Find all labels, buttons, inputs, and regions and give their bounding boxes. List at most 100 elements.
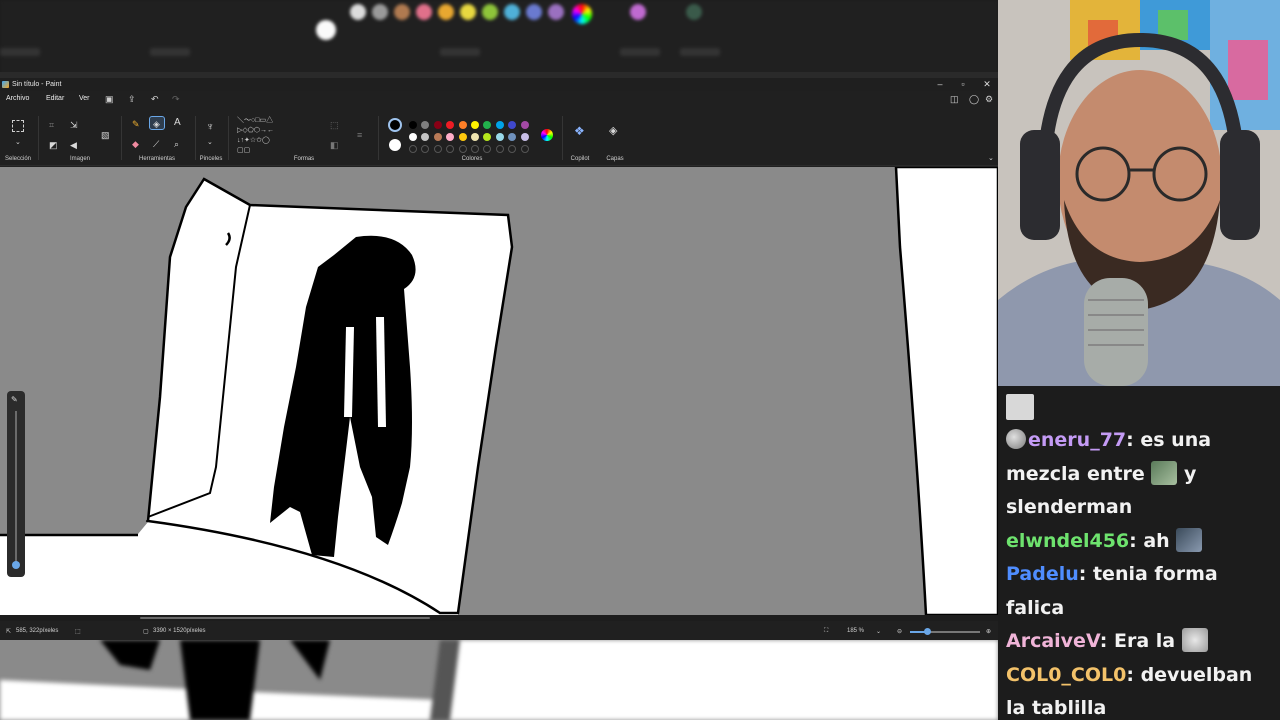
image-creator-icon[interactable]: ▧ [101, 130, 110, 140]
group-label-brushes: Pinceles [199, 156, 223, 162]
color-swatch[interactable] [458, 121, 467, 129]
color-swatch[interactable] [421, 133, 430, 141]
custom-color-slot[interactable] [433, 145, 442, 153]
custom-color-slot[interactable] [508, 145, 517, 153]
color-swatch[interactable] [446, 133, 455, 141]
color-swatch[interactable] [520, 121, 529, 129]
chat-message: ArcaiveV: Era la [1006, 625, 1272, 659]
color-swatch[interactable] [409, 133, 417, 141]
zoom-level[interactable]: 185 % [847, 628, 864, 634]
fit-to-window-icon[interactable]: ⛶ [824, 628, 828, 635]
minimize-button[interactable]: – [928, 78, 952, 91]
feedback-icon[interactable]: ◫ [950, 94, 959, 105]
horizontal-scrollbar[interactable] [0, 615, 998, 621]
rotate-icon[interactable]: ◀ [70, 140, 77, 150]
collapse-ribbon-icon[interactable]: ⌄ [988, 154, 994, 164]
save-icon[interactable]: ▣ [105, 94, 114, 105]
outline-icon[interactable]: ⬚ [330, 120, 339, 130]
color-swatch[interactable] [495, 121, 504, 129]
resize-icon[interactable]: ⇲ [70, 120, 78, 130]
color-swatch[interactable] [471, 121, 479, 129]
zoom-out-icon[interactable]: ⊖ [897, 628, 902, 635]
color-swatch[interactable] [520, 133, 529, 141]
cursor-position: 585, 322píxeles [16, 628, 59, 634]
edit-colors-icon[interactable] [541, 129, 553, 141]
brush-chevron-icon[interactable]: ⌄ [207, 138, 213, 148]
custom-color-slot[interactable] [471, 145, 479, 153]
close-button[interactable]: ✕ [975, 78, 999, 91]
magnifier-icon[interactable]: ⌕ [174, 139, 179, 149]
paint-app-icon [2, 81, 9, 88]
redo-icon[interactable]: ↷ [172, 94, 180, 105]
custom-color-slot[interactable] [409, 145, 417, 153]
color-swatch[interactable] [483, 133, 492, 141]
custom-color-slot[interactable] [421, 145, 430, 153]
select-tool-icon[interactable] [12, 120, 24, 132]
slider-knob[interactable] [12, 561, 20, 569]
chat-username[interactable]: Padelu [1006, 563, 1079, 585]
emote-image [1176, 527, 1203, 552]
group-label-copilot: Copilot [570, 156, 590, 162]
color-swatch[interactable] [483, 121, 492, 129]
primary-color[interactable] [388, 118, 402, 132]
zoom-chevron-icon[interactable]: ⌄ [876, 628, 881, 635]
crop-icon[interactable]: ⌗ [49, 120, 54, 130]
canvas-size: 3390 × 1520píxeles [153, 628, 206, 634]
settings-icon[interactable]: ⚙ [985, 94, 993, 105]
share-icon[interactable]: ⇪ [128, 94, 136, 105]
size-icon[interactable]: ≡ [357, 130, 362, 140]
background-canvas-blurred [0, 640, 998, 720]
eraser-icon[interactable]: ◆ [132, 139, 139, 149]
menu-edit[interactable]: Editar [46, 95, 64, 102]
title-bar: Sin título - Paint – ▫ ✕ [0, 78, 998, 91]
undo-icon[interactable]: ↶ [151, 94, 159, 105]
zoom-slider-knob[interactable] [924, 628, 931, 635]
color-swatch[interactable] [421, 121, 430, 129]
text-icon[interactable]: A [174, 118, 181, 128]
color-swatch[interactable] [433, 121, 442, 129]
maximize-button[interactable]: ▫ [951, 78, 975, 91]
vertical-brush-size-slider[interactable]: ✎ [7, 391, 25, 577]
color-swatch[interactable] [409, 121, 417, 129]
shape-fill-icon[interactable]: ◧ [330, 140, 339, 150]
user-badge-icon [1006, 429, 1026, 449]
scrollbar-thumb[interactable] [140, 617, 430, 619]
layers-icon[interactable]: ◈ [609, 126, 617, 137]
zoom-in-icon[interactable]: ⊕ [986, 628, 991, 635]
pencil-icon[interactable]: ✎ [132, 119, 140, 129]
emote-image [1006, 394, 1034, 420]
color-swatch[interactable] [508, 133, 517, 141]
chat-message: COL0_COL0: devuelban la tablilla [1006, 659, 1272, 720]
menu-file[interactable]: Archivo [6, 95, 29, 102]
color-swatch[interactable] [433, 133, 442, 141]
color-swatch[interactable] [446, 121, 455, 129]
drawing-canvas[interactable] [0, 167, 998, 615]
custom-color-slot[interactable] [520, 145, 529, 153]
canvas-area[interactable]: ✎ [0, 167, 998, 615]
chat-username[interactable]: elwndel456 [1006, 530, 1129, 552]
color-picker-icon[interactable]: ⟋ [153, 139, 159, 149]
emote-image [1151, 460, 1178, 485]
chevron-down-icon[interactable]: ⌄ [15, 138, 21, 148]
color-swatch[interactable] [508, 121, 517, 129]
custom-color-slot[interactable] [446, 145, 455, 153]
chat-username[interactable]: ArcaiveV [1006, 630, 1100, 652]
remove-background-icon[interactable]: ◩ [49, 140, 58, 150]
chat-username[interactable]: eneru_77 [1028, 429, 1126, 451]
status-bar: ⇱ 585, 322píxeles ⬚ ▢ 3390 × 1520píxeles… [0, 623, 998, 640]
custom-color-slot[interactable] [458, 145, 467, 153]
color-swatch[interactable] [495, 133, 504, 141]
fill-icon[interactable]: ◈ [153, 119, 160, 129]
menu-view[interactable]: Ver [79, 95, 90, 102]
copilot-icon[interactable]: ❖ [574, 125, 585, 137]
color-swatch[interactable] [471, 133, 479, 141]
color-swatch[interactable] [458, 133, 467, 141]
group-label-layers: Capas [606, 156, 624, 162]
account-icon[interactable]: ◯ [969, 94, 979, 105]
secondary-color[interactable] [389, 139, 401, 151]
custom-color-slot[interactable] [495, 145, 504, 153]
custom-color-slot[interactable] [483, 145, 492, 153]
chat-username[interactable]: COL0_COL0 [1006, 664, 1126, 686]
brush-icon[interactable]: ♆ [206, 122, 214, 133]
group-label-image: Imagen [69, 156, 91, 162]
